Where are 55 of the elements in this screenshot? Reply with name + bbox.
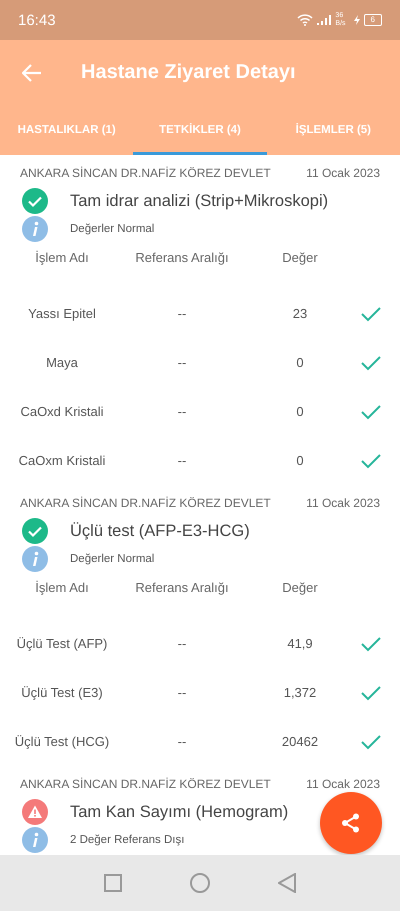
table-cell: Üçlü Test (HCG) xyxy=(14,734,110,749)
tab[interactable]: İŞLEMLER (5) xyxy=(266,105,400,155)
column-header: Referans Aralığı xyxy=(135,580,229,594)
table-cell: Üçlü Test (E3) xyxy=(21,685,103,700)
hospital-name: ANKARA SİNCAN DR.NAFİZ KÖREZ DEVLET xyxy=(20,777,271,791)
test-title: Üçlü test (AFP-E3-HCG) xyxy=(70,522,250,540)
table-cell: 20462 xyxy=(282,734,318,749)
battery-level: 6 xyxy=(364,14,382,26)
table-cell: 41,9 xyxy=(287,636,313,651)
table-cell: 0 xyxy=(296,453,304,468)
test-date: 11 Ocak 2023 xyxy=(306,166,380,180)
table-cell: -- xyxy=(178,306,186,321)
info-icon xyxy=(22,546,48,572)
table-cell: CaOxm Kristali xyxy=(18,453,106,468)
column-header: İşlem Adı xyxy=(35,250,89,264)
status-time: 16:43 xyxy=(18,12,56,28)
table-cell: -- xyxy=(178,636,186,651)
table-cell: CaOxd Kristali xyxy=(20,404,104,419)
share-button[interactable] xyxy=(320,792,382,854)
recents-icon[interactable] xyxy=(104,874,122,892)
table-cell: 23 xyxy=(292,306,308,321)
table-cell: -- xyxy=(178,453,186,468)
table-cell: -- xyxy=(178,734,186,749)
hospital-name: ANKARA SİNCAN DR.NAFİZ KÖREZ DEVLET xyxy=(20,166,271,180)
table-cell: -- xyxy=(178,404,186,419)
info-icon xyxy=(22,216,48,242)
screen-title: Hastane Ziyaret Detayı xyxy=(81,61,296,84)
tab[interactable]: HASTALIKLAR (1) xyxy=(0,105,134,155)
column-header: Değer xyxy=(282,580,318,594)
result-summary: Değerler Normal xyxy=(70,223,154,235)
column-header: Referans Aralığı xyxy=(135,250,229,264)
result-summary: 2 Değer Referans Dışı xyxy=(70,834,184,846)
home-icon[interactable] xyxy=(190,873,210,893)
back-button[interactable] xyxy=(22,64,42,82)
test-title: Tam Kan Sayımı (Hemogram) xyxy=(70,802,288,822)
table-cell: Maya xyxy=(46,355,78,370)
table-cell: -- xyxy=(178,685,186,700)
table-cell: Yassı Epitel xyxy=(28,306,96,321)
result-summary: Değerler Normal xyxy=(70,553,154,565)
column-header: İşlem Adı xyxy=(35,580,89,594)
test-title: Tam idrar analizi (Strip+Mikroskopi) xyxy=(70,192,328,210)
hospital-name: ANKARA SİNCAN DR.NAFİZ KÖREZ DEVLET xyxy=(20,496,271,510)
test-date: 11 Ocak 2023 xyxy=(306,777,380,791)
signal-icon xyxy=(317,15,332,25)
column-header: Değer xyxy=(282,250,318,264)
share-icon xyxy=(340,812,362,834)
back-icon[interactable] xyxy=(278,873,296,893)
wifi-icon xyxy=(297,14,314,26)
test-date: 11 Ocak 2023 xyxy=(306,496,380,510)
table-cell: 1,372 xyxy=(284,685,316,700)
table-cell: 0 xyxy=(296,404,304,419)
table-cell: Üçlü Test (AFP) xyxy=(16,636,108,651)
table-cell: 0 xyxy=(296,355,304,370)
table-cell: -- xyxy=(178,355,186,370)
charging-icon xyxy=(354,15,360,25)
